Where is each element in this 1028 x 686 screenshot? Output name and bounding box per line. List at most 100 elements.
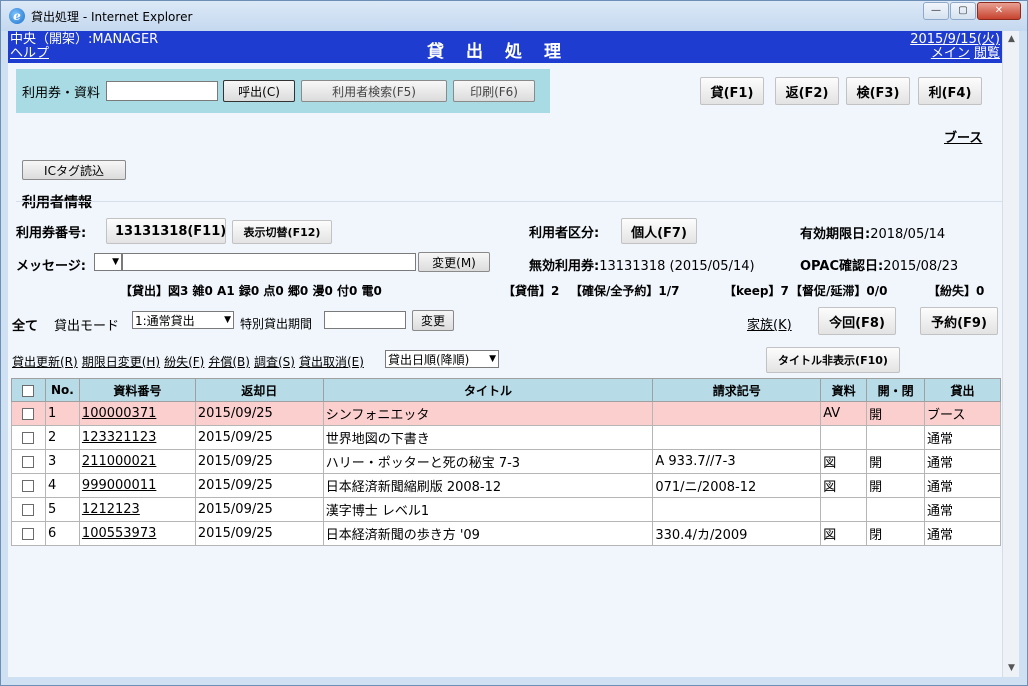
loan-f1-button[interactable]: 貸(F1)	[700, 77, 764, 105]
row-loan-type: 通常	[924, 521, 1001, 546]
chevron-down-icon: ▼	[112, 257, 119, 267]
material-id-link[interactable]: 100000371	[78, 401, 196, 426]
row-material-type: AV	[820, 401, 868, 426]
col-due-date: 返却日	[194, 378, 324, 402]
row-call-number: 330.4/カ/2009	[652, 521, 822, 546]
close-button[interactable]: ✕	[977, 2, 1021, 20]
browse-link[interactable]: 閲覧	[974, 46, 1000, 61]
row-checkbox[interactable]	[22, 431, 35, 444]
vertical-scrollbar[interactable]: ▲ ▼	[1002, 31, 1019, 677]
borrow-count: 【貸借】2	[503, 284, 560, 298]
card-material-input[interactable]	[106, 81, 219, 101]
table-row[interactable]: 4 999000011 2015/09/25 日本経済新聞縮刷版 2008-12…	[11, 473, 1001, 498]
row-title: 日本経済新聞縮刷版 2008-12	[322, 473, 654, 498]
minimize-button[interactable]: —	[923, 2, 949, 20]
loan-counts: 【貸出】図3 雑0 A1 録0 点0 郷0 漫0 付0 電0	[120, 284, 382, 298]
material-id-link[interactable]: 211000021	[78, 449, 196, 474]
card-number-button[interactable]: 13131318(F11)	[106, 218, 226, 244]
user-f4-button[interactable]: 利(F4)	[918, 77, 982, 105]
row-loan-type: 通常	[924, 425, 1001, 450]
renew-link[interactable]: 貸出更新(R)	[12, 353, 78, 370]
window-titlebar: e 貸出処理 - Internet Explorer — ▢ ✕	[1, 1, 1027, 31]
row-call-number: A 933.7//7-3	[652, 449, 822, 474]
col-open-closed: 開・閉	[866, 378, 926, 402]
row-no: 5	[44, 497, 80, 522]
row-checkbox[interactable]	[22, 455, 35, 468]
reservation-button[interactable]: 予約(F9)	[920, 307, 998, 335]
page-content: 中央（開架）:MANAGER ヘルプ 貸出処理 2015/9/15(火) メイン…	[8, 31, 1002, 677]
select-all-checkbox[interactable]	[22, 384, 35, 397]
return-f2-button[interactable]: 返(F2)	[775, 77, 839, 105]
opac-label: OPAC確認日:	[800, 259, 884, 274]
user-search-button[interactable]: 利用者検索(F5)	[301, 80, 448, 102]
scroll-down-icon[interactable]: ▼	[1003, 660, 1020, 677]
table-row[interactable]: 6 100553973 2015/09/25 日本経済新聞の歩き方 '09 33…	[11, 521, 1001, 546]
card-number-label: 利用券番号:	[16, 226, 87, 241]
loan-table: No. 資料番号 返却日 タイトル 請求記号 資料 開・閉 貸出 1 10000…	[11, 378, 1001, 546]
print-button[interactable]: 印刷(F6)	[453, 80, 536, 102]
row-no: 4	[44, 473, 80, 498]
row-open-closed	[866, 497, 926, 522]
select-all-header	[11, 378, 46, 402]
lost-link[interactable]: 紛失(F)	[164, 353, 204, 370]
col-no: No.	[44, 378, 80, 402]
this-time-button[interactable]: 今回(F8)	[818, 307, 896, 335]
due-change-link[interactable]: 期限日変更(H)	[82, 353, 160, 370]
loan-mode-select[interactable]: 1:通常貸出 ▼	[132, 311, 234, 329]
row-loan-type: 通常	[924, 473, 1001, 498]
col-title: タイトル	[322, 378, 654, 402]
sort-select[interactable]: 貸出日順(降順) ▼	[385, 350, 499, 368]
user-category-button[interactable]: 個人(F7)	[621, 218, 697, 244]
row-due-date: 2015/09/25	[194, 449, 324, 474]
row-open-closed: 開	[866, 473, 926, 498]
material-id-link[interactable]: 1212123	[78, 497, 196, 522]
mode-change-button[interactable]: 変更	[412, 310, 454, 331]
hide-title-button[interactable]: タイトル非表示(F10)	[766, 347, 900, 373]
reserve-count: 【確保/全予約】1/7	[570, 284, 680, 298]
row-due-date: 2015/09/25	[194, 473, 324, 498]
booth-link[interactable]: ブース	[944, 127, 982, 146]
special-period-input[interactable]	[324, 311, 406, 329]
table-row[interactable]: 5 1212123 2015/09/25 漢字博士 レベル1 通常	[11, 497, 1001, 522]
main-menu-link[interactable]: メイン	[931, 46, 970, 61]
action-links: 貸出更新(R) 期限日変更(H) 紛失(F) 弁償(B) 調査(S) 貸出取消(…	[12, 353, 364, 370]
table-row[interactable]: 1 100000371 2015/09/25 シンフォニエッタ AV 開 ブース	[11, 401, 1001, 426]
window-title: 貸出処理 - Internet Explorer	[31, 9, 193, 24]
row-checkbox[interactable]	[22, 527, 35, 540]
scroll-up-icon[interactable]: ▲	[1003, 31, 1020, 48]
row-title: ハリー・ポッターと死の秘宝 7-3	[322, 449, 654, 474]
compensation-link[interactable]: 弁償(B)	[208, 353, 250, 370]
ic-tag-read-button[interactable]: ICタグ読込	[22, 160, 126, 180]
row-checkbox[interactable]	[22, 479, 35, 492]
table-row[interactable]: 3 211000021 2015/09/25 ハリー・ポッターと死の秘宝 7-3…	[11, 449, 1001, 474]
search-f3-button[interactable]: 検(F3)	[846, 77, 910, 105]
maximize-button[interactable]: ▢	[950, 2, 976, 20]
call-button[interactable]: 呼出(C)	[223, 80, 296, 102]
col-material-type: 資料	[820, 378, 868, 402]
table-row[interactable]: 2 123321123 2015/09/25 世界地図の下書き 通常	[11, 425, 1001, 450]
message-select[interactable]: ▼	[94, 253, 122, 271]
message-input[interactable]	[122, 253, 416, 271]
chevron-down-icon: ▼	[224, 315, 231, 325]
row-checkbox[interactable]	[22, 503, 35, 516]
material-id-link[interactable]: 100553973	[78, 521, 196, 546]
row-title: 日本経済新聞の歩き方 '09	[322, 521, 654, 546]
row-no: 6	[44, 521, 80, 546]
expiry-value: 2018/05/14	[870, 227, 946, 242]
row-checkbox[interactable]	[22, 407, 35, 420]
app-header: 中央（開架）:MANAGER ヘルプ 貸出処理 2015/9/15(火) メイン…	[8, 31, 1002, 63]
row-open-closed: 開	[866, 449, 926, 474]
material-id-link[interactable]: 123321123	[78, 425, 196, 450]
material-id-link[interactable]: 999000011	[78, 473, 196, 498]
lost-count: 【紛失】0	[928, 284, 985, 298]
message-label: メッセージ:	[16, 259, 86, 274]
investigation-link[interactable]: 調査(S)	[254, 353, 295, 370]
row-no: 2	[44, 425, 80, 450]
display-toggle-button[interactable]: 表示切替(F12)	[232, 220, 332, 244]
message-change-button[interactable]: 変更(M)	[418, 252, 490, 272]
family-link[interactable]: 家族(K)	[747, 314, 792, 333]
user-info-title: 利用者情報	[22, 195, 92, 211]
loan-cancel-link[interactable]: 貸出取消(E)	[299, 353, 364, 370]
row-material-type	[820, 497, 868, 522]
row-call-number	[652, 425, 822, 450]
